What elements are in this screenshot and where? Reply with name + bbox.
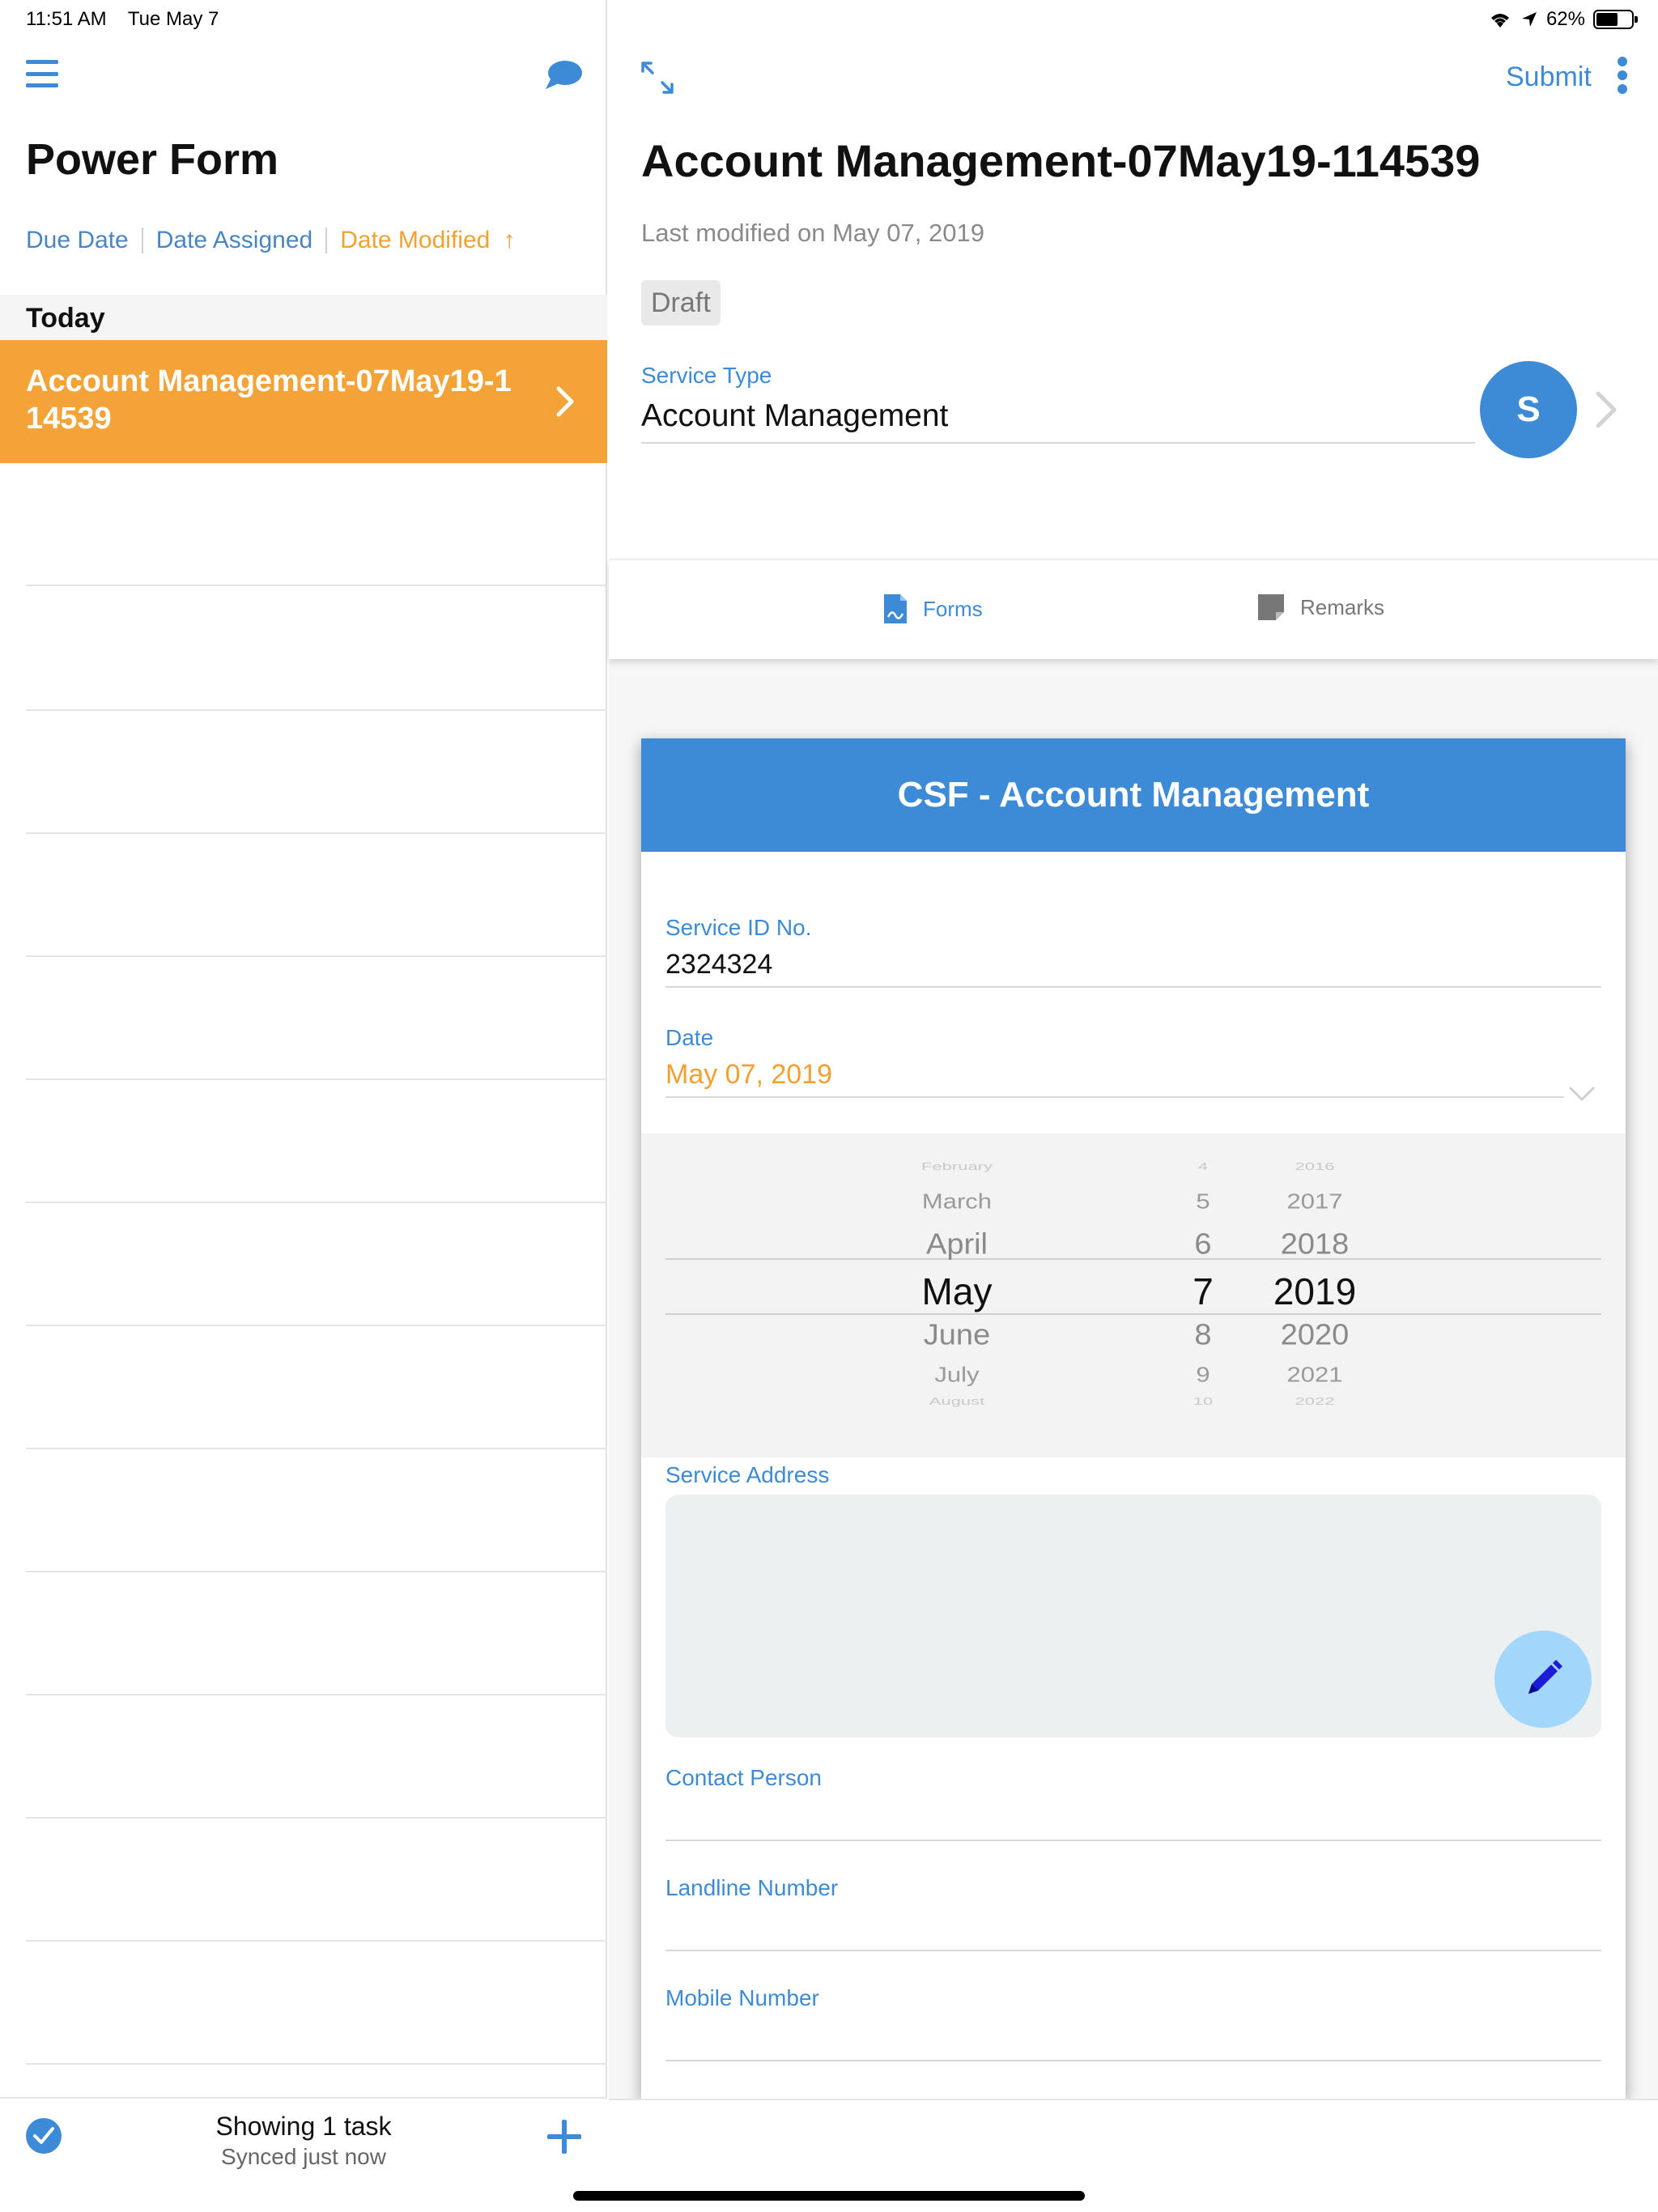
picker-year-option[interactable]: 2021 (1209, 1363, 1420, 1388)
forms-document-icon (884, 594, 907, 623)
pencil-icon[interactable] (1494, 1631, 1592, 1728)
list-divider (26, 832, 607, 834)
sort-arrow-icon: ↑ (503, 227, 516, 253)
sort-options: Due Date Date Assigned Date Modified ↑ (26, 227, 516, 254)
detail-pane: Submit Account Management-07May19-114539… (609, 0, 1658, 2212)
contact-person-input[interactable] (665, 1840, 1601, 1841)
status-left: 11:51 AM Tue May 7 (26, 8, 235, 31)
mobile-number-input[interactable] (665, 2060, 1601, 2061)
sort-date-modified[interactable]: Date Modified ↑ (340, 227, 515, 254)
picker-month-selected[interactable]: May (852, 1270, 1062, 1313)
list-divider (26, 1202, 607, 1203)
chevron-right-icon (556, 386, 574, 417)
list-divider (26, 1694, 607, 1695)
task-title: Account Management-07May19-1 14539 (26, 364, 512, 436)
hamburger-menu-icon[interactable] (26, 60, 58, 87)
plus-icon[interactable] (547, 2120, 581, 2154)
sort-due-date[interactable]: Due Date (26, 227, 129, 254)
service-id-label: Service ID No. (665, 915, 812, 940)
picker-month-option[interactable]: July (852, 1363, 1062, 1388)
date-picker-wheel[interactable]: February March April May June July August 4 5 6 7 8… (641, 1134, 1626, 1457)
service-address-field[interactable] (665, 1495, 1601, 1738)
submit-button[interactable]: Submit (1506, 62, 1592, 93)
list-divider (26, 2063, 607, 2065)
picker-year-option[interactable]: 2018 (1209, 1228, 1420, 1261)
sync-status-text: Synced just now (221, 2144, 386, 2169)
chevron-right-icon[interactable] (1590, 389, 1622, 431)
tab-remarks-label: Remarks (1300, 594, 1385, 619)
service-id-input[interactable]: 2324324 (665, 941, 1601, 988)
task-list-pane: Power Form Due Date Date Assigned Date M… (0, 0, 607, 2212)
status-date: Tue May 7 (127, 8, 219, 30)
sort-date-assigned[interactable]: Date Assigned (156, 227, 312, 254)
chevron-down-icon[interactable] (1566, 1082, 1598, 1106)
avatar[interactable]: S (1480, 361, 1577, 458)
status-right: 62% (1488, 8, 1638, 31)
date-label: Date (665, 1025, 714, 1050)
expand-icon[interactable] (640, 60, 675, 96)
picker-year-option[interactable]: 2016 (1209, 1160, 1420, 1173)
landline-number-input[interactable] (665, 1950, 1601, 1951)
last-modified-text: Last modified on May 07, 2019 (641, 219, 984, 247)
sort-divider (141, 228, 143, 253)
list-divider (26, 1325, 607, 1326)
sort-divider (325, 228, 328, 253)
pencil-glyph (1528, 1660, 1562, 1694)
picker-year-option[interactable]: 2022 (1209, 1395, 1420, 1408)
list-divider (26, 709, 607, 711)
picker-month-option[interactable]: February (852, 1160, 1062, 1173)
service-type-value: Account Management (641, 398, 1475, 444)
status-bar: 11:51 AM Tue May 7 62% (0, 0, 1658, 39)
service-address-label: Service Address (665, 1462, 830, 1487)
chat-bubble-icon[interactable] (544, 58, 583, 91)
home-indicator[interactable] (573, 2191, 1085, 2201)
status-badge: Draft (641, 280, 721, 325)
list-divider (26, 1571, 607, 1572)
tab-remarks[interactable]: Remarks (1256, 593, 1384, 622)
mobile-number-label: Mobile Number (665, 1985, 819, 2010)
picker-year-option[interactable]: 2020 (1209, 1319, 1420, 1352)
list-divider (26, 1448, 607, 1449)
wifi-icon (1490, 14, 1509, 28)
task-list-footer: Showing 1 task Synced just now (0, 2097, 607, 2212)
form-card-title: CSF - Account Management (641, 738, 1626, 852)
list-divider (26, 1940, 607, 1942)
list-divider (26, 1817, 607, 1819)
task-list-item[interactable]: Account Management-07May19-1 14539 (0, 340, 607, 463)
landline-number-label: Landline Number (665, 1875, 839, 1900)
section-header-today: Today (0, 295, 607, 340)
form-card: CSF - Account Management Service ID No. … (641, 738, 1626, 2099)
status-time: 11:51 AM (26, 8, 107, 30)
battery-icon (1593, 10, 1638, 29)
list-divider (26, 585, 607, 586)
list-divider (26, 955, 607, 957)
tab-forms[interactable]: Forms (882, 593, 983, 625)
picker-month-option[interactable]: April (852, 1228, 1062, 1261)
battery-level (1596, 13, 1618, 26)
picker-month-option[interactable]: March (852, 1189, 1062, 1214)
location-arrow-icon (1521, 12, 1537, 27)
task-count-text: Showing 1 task (215, 2112, 392, 2141)
picker-year-selected[interactable]: 2019 (1209, 1270, 1420, 1313)
picker-month-option[interactable]: June (852, 1319, 1062, 1352)
list-divider (26, 1078, 607, 1080)
more-vertical-icon[interactable] (1616, 57, 1629, 94)
sort-date-modified-label: Date Modified (340, 227, 491, 253)
battery-percent: 62% (1545, 8, 1585, 30)
date-input[interactable]: May 07, 2019 (665, 1051, 1564, 1098)
app-title: Power Form (26, 135, 279, 184)
tab-forms-label: Forms (923, 596, 983, 621)
document-title: Account Management-07May19-114539 (641, 135, 1481, 186)
detail-header: Submit Account Management-07May19-114539… (609, 0, 1658, 559)
remarks-note-icon (1258, 594, 1284, 620)
contact-person-label: Contact Person (665, 1765, 822, 1790)
picker-year-option[interactable]: 2017 (1209, 1189, 1420, 1214)
picker-month-option[interactable]: August (852, 1395, 1062, 1408)
service-type-label: Service Type (641, 363, 772, 388)
tabs-bar: Forms Remarks (609, 559, 1658, 659)
